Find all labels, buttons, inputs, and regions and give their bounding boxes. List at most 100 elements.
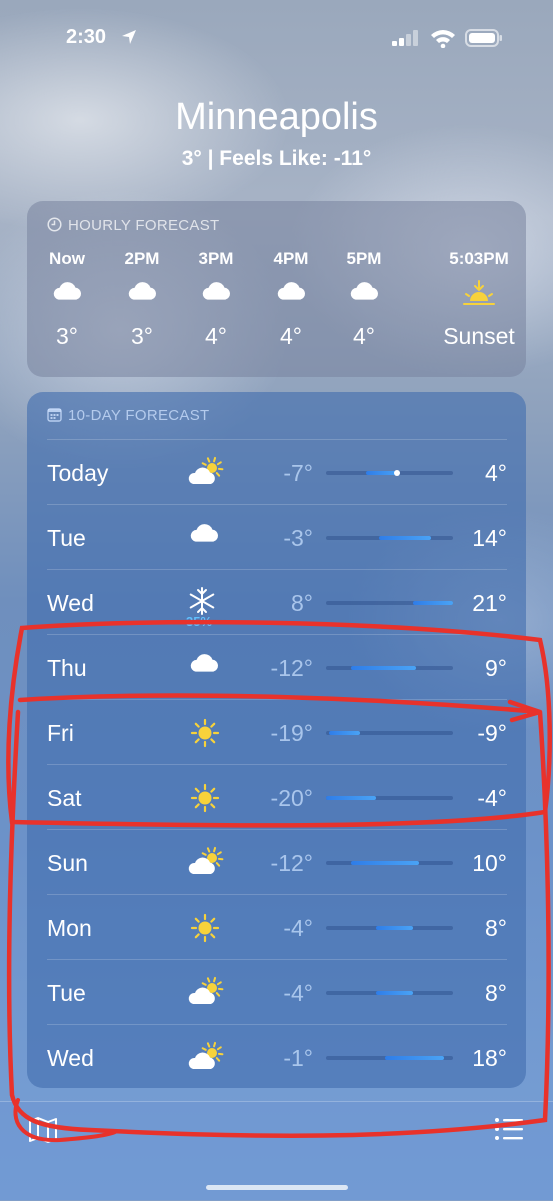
low-temp: -7° [283,460,313,487]
temp-range-bar [326,731,453,735]
temp-range-bar [326,1056,453,1060]
high-temp: 4° [485,460,507,487]
precip-chance: 35% [179,614,219,629]
cloud-icon [37,279,97,319]
hourly-time: 5:03PM [429,249,529,271]
forecast-row[interactable]: Today -7° 4° [47,439,507,505]
temp-range-bar [326,666,453,670]
low-temp: -19° [271,720,313,747]
high-temp: 8° [485,980,507,1007]
hourly-forecast-title: HOURLY FORECAST [68,217,219,234]
ten-day-forecast-title: 10-DAY FORECAST [68,407,209,424]
sun-icon [187,911,229,945]
forecast-row[interactable]: Fri -19° -9° [47,699,507,765]
hourly-item: 3PM 4° [186,249,246,350]
partly-cloudy-icon [187,976,229,1010]
partly-cloudy-icon [187,846,229,880]
high-temp: -9° [477,720,507,747]
location-arrow-icon [120,28,138,51]
temp-range-fill [376,991,413,995]
hourly-forecast-card[interactable]: HOURLY FORECAST Now 3° 2PM 3° 3PM 4° 4PM 4° 5PM 4… [27,201,526,377]
forecast-row[interactable]: Sun-12°10° [47,829,507,895]
hourly-time: 5PM [334,249,394,271]
low-temp: -1° [283,1045,313,1072]
cloud-icon [112,279,172,319]
hourly-time: Now [37,249,97,271]
hourly-item: 5:03PM Sunset [429,249,529,350]
low-temp: -20° [271,785,313,812]
temp-range-bar [326,601,453,605]
city-name: Minneapolis [0,96,553,139]
status-time: 2:30 [66,26,106,49]
forecast-row[interactable]: Tue -4° 8° [47,959,507,1025]
forecast-row[interactable]: Wed 35% 8° 21° [47,569,507,635]
current-conditions: 3° | Feels Like: -11° [0,147,553,171]
cloud-icon [186,279,246,319]
high-temp: 14° [472,525,507,552]
hourly-temp: 4° [334,323,394,350]
day-name: Wed [47,1045,94,1072]
home-indicator[interactable] [206,1185,348,1190]
day-name: Wed [47,590,94,617]
sun-icon [187,781,229,815]
hourly-time: 3PM [186,249,246,271]
temp-range-fill [413,601,453,605]
temp-range-fill [351,666,416,670]
day-name: Tue [47,525,86,552]
day-name: Sat [47,785,82,812]
temp-range-bar [326,991,453,995]
temp-range-fill [385,1056,444,1060]
day-name: Mon [47,915,92,942]
day-name: Fri [47,720,74,747]
temp-range-fill [326,796,376,800]
day-name: Tue [47,980,86,1007]
forecast-row[interactable]: Tue-3°14° [47,504,507,570]
low-temp: 8° [291,590,313,617]
hourly-temp: 3° [112,323,172,350]
high-temp: 18° [472,1045,507,1072]
temp-range-bar [326,536,453,540]
list-icon[interactable] [494,1116,524,1147]
temp-range-fill [379,536,432,540]
temp-range-bar [326,471,453,475]
partly-cloudy-icon [187,456,229,490]
high-temp: -4° [477,785,507,812]
high-temp: 9° [485,655,507,682]
sun-icon [187,716,229,750]
hourly-item: 2PM 3° [112,249,172,350]
hourly-temp: 4° [186,323,246,350]
signal-icon [392,30,420,51]
temp-range-fill [329,731,360,735]
hourly-temp: 3° [37,323,97,350]
hourly-time: 2PM [112,249,172,271]
hourly-item: 5PM 4° [334,249,394,350]
forecast-row[interactable]: Mon -4° 8° [47,894,507,960]
high-temp: 10° [472,850,507,877]
day-name: Sun [47,850,88,877]
forecast-row[interactable]: Wed -1° 18° [47,1024,507,1090]
high-temp: 8° [485,915,507,942]
hourly-temp: 4° [261,323,321,350]
cloud-icon [187,651,229,685]
partly-cloudy-icon [187,1041,229,1075]
low-temp: -4° [283,980,313,1007]
day-name: Today [47,460,108,487]
calendar-icon [47,407,62,422]
status-bar: 2:30 [0,24,553,54]
temp-range-bar [326,861,453,865]
low-temp: -4° [283,915,313,942]
high-temp: 21° [472,590,507,617]
hourly-item: Now 3° [37,249,97,350]
current-temp-dot [394,470,400,476]
hourly-temp: Sunset [429,323,529,350]
cloud-icon [187,521,229,555]
forecast-row[interactable]: Thu-12°9° [47,634,507,700]
ten-day-forecast-header: 10-DAY FORECAST [47,407,209,424]
cloud-icon [334,279,394,319]
clock-icon [47,217,62,232]
hourly-forecast-header: HOURLY FORECAST [47,217,219,234]
map-icon[interactable] [28,1116,58,1149]
ten-day-forecast-card[interactable]: 10-DAY FORECAST Today -7° 4° Tue-3°14° Wed 35… [27,392,526,1088]
forecast-row[interactable]: Sat -20° -4° [47,764,507,830]
hourly-time: 4PM [261,249,321,271]
